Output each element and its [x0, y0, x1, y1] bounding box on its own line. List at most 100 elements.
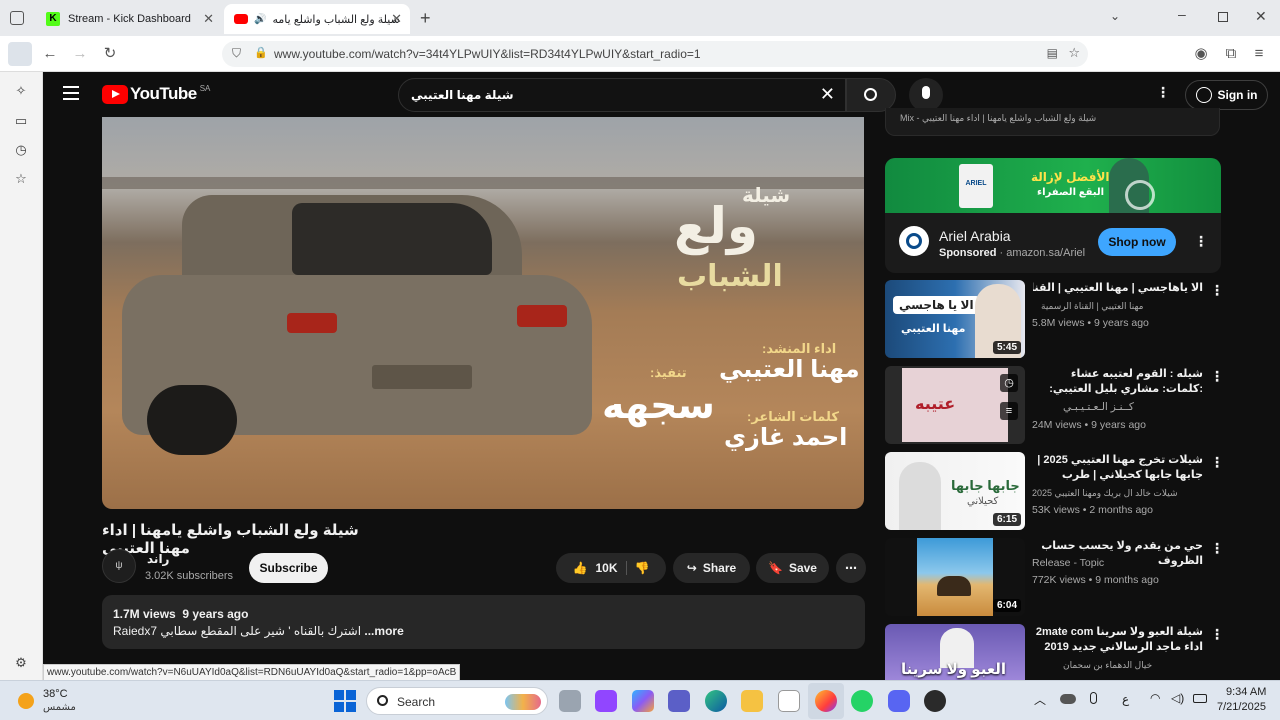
tab-kick-dashboard[interactable]: K Stream - Kick Dashboard ✕ [36, 4, 222, 34]
file-explorer-icon[interactable] [741, 690, 763, 712]
start-button[interactable] [334, 690, 356, 712]
recommendation-channel[interactable]: كــنـز الـعـتـيـبـي [1063, 400, 1134, 415]
subscribe-button[interactable]: Subscribe [249, 553, 328, 583]
video-thumbnail[interactable]: العبو ولا سرينا [885, 624, 1025, 680]
new-tab-button[interactable]: + [420, 8, 431, 29]
close-tab-icon[interactable]: ✕ [203, 11, 214, 27]
recommendation-item[interactable]: جابها جابها كحيلاني 6:15 شيلات تخرج مهنا… [885, 452, 1224, 532]
like-button[interactable]: 👍 10K [573, 561, 627, 575]
show-hidden-icons[interactable]: ︿ [1034, 691, 1046, 708]
recommendation-more-icon[interactable]: ⋮ [1210, 540, 1224, 557]
guide-menu-icon[interactable] [63, 86, 79, 100]
video-player[interactable]: شيلة ولع الشباب اداء المنشد: مهنا العتيب… [102, 117, 864, 509]
close-window-button[interactable]: ✕ [1255, 8, 1267, 25]
volume-icon[interactable]: ◁) [1171, 691, 1184, 705]
recommendation-channel[interactable]: شيلات خالد ال بريك ومهنا العتيبي 2025 [1032, 486, 1202, 501]
shield-icon[interactable]: ⛉ [232, 46, 241, 61]
reload-icon[interactable]: ↻ [101, 45, 119, 63]
weather-widget[interactable]: 38°C مشمس [16, 687, 86, 715]
recommendation-more-icon[interactable]: ⋮ [1210, 368, 1224, 385]
tab-list-icon[interactable] [10, 11, 24, 25]
history-icon[interactable]: ◷ [12, 141, 30, 159]
wifi-icon[interactable]: ◠ [1150, 691, 1160, 705]
restore-button[interactable] [1218, 12, 1228, 22]
whatsapp-icon[interactable] [851, 690, 873, 712]
store-icon[interactable] [778, 690, 800, 712]
show-more-link[interactable]: ...more [364, 624, 403, 638]
clock-time[interactable]: 9:34 AM [1226, 686, 1266, 698]
ad-shop-now-button[interactable]: Shop now [1098, 228, 1176, 256]
channel-avatar[interactable]: ψ [102, 549, 136, 583]
obs-icon[interactable] [924, 690, 946, 712]
recommendation-more-icon[interactable]: ⋮ [1210, 626, 1221, 643]
more-actions-button[interactable]: ⋯ [836, 553, 866, 583]
input-language[interactable]: ع [1122, 692, 1129, 706]
ad-more-icon[interactable]: ⋮ [1194, 233, 1208, 250]
channel-name[interactable]: راند [147, 552, 169, 566]
onedrive-icon[interactable] [1060, 694, 1076, 704]
synced-tabs-icon[interactable]: ▭ [12, 112, 30, 130]
minimize-button[interactable]: – [1178, 6, 1186, 22]
bookmarks-icon[interactable]: ☆ [12, 170, 30, 188]
recommendation-item[interactable]: العبو ولا سرينا شيلة العبو ولا سرينا 2ma… [885, 624, 1221, 680]
description-box[interactable]: 1.7M views 9 years ago Raiedx7 اشترك بال… [102, 595, 865, 649]
bookmark-star-icon[interactable]: ☆ [1068, 45, 1080, 61]
ad-card[interactable]: ARIEL الأفضل لإزالة البقع الصفراء Ariel … [885, 158, 1221, 273]
copilot-icon[interactable] [632, 690, 654, 712]
task-view-icon[interactable] [559, 690, 581, 712]
microphone-icon[interactable] [1090, 692, 1097, 704]
recommendation-item[interactable]: الا يا هاجسي مهنا العتيبي 5:45 الا ياهاج… [885, 280, 1224, 360]
recommendation-channel[interactable]: مهنا العتيبي | القناة الرسمية [1041, 299, 1143, 314]
watch-later-icon[interactable]: ◷ [1000, 374, 1018, 392]
ai-chat-icon[interactable]: ✧ [12, 82, 30, 100]
sign-in-button[interactable]: Sign in [1185, 80, 1268, 110]
twitch-icon[interactable] [595, 690, 617, 712]
youtube-logo[interactable]: YouTube SA [102, 84, 210, 104]
recommendation-channel[interactable]: خيال الدهماء بن سحمان [1063, 658, 1152, 673]
close-tab-icon[interactable]: ✕ [391, 11, 402, 27]
discord-icon[interactable] [888, 690, 910, 712]
teams-icon[interactable] [668, 690, 690, 712]
save-button[interactable]: 🔖 Save [756, 553, 829, 583]
ad-banner[interactable]: ARIEL الأفضل لإزالة البقع الصفراء [885, 158, 1221, 213]
recommendation-item[interactable]: عتيبه ◷ ≡ شيله : القوم لعتيبه عشاء :كلما… [885, 366, 1224, 446]
taskbar: 38°C مشمس Search ︿ ع ◠ ◁) 9:34 AM 7/21/2… [0, 680, 1280, 720]
back-icon[interactable]: ← [41, 45, 59, 63]
search-box[interactable]: شيلة مهنا العتيبي ✕ [398, 78, 846, 112]
reader-mode-icon[interactable]: ▤ [1047, 46, 1058, 60]
dislike-button[interactable]: 👎 [627, 561, 650, 575]
voice-search-button[interactable] [909, 78, 943, 112]
firefox-icon[interactable] [815, 690, 837, 712]
recommendation-channel[interactable]: Release - Topic [1032, 556, 1104, 571]
mix-panel-footer[interactable]: Mix - شيلة ولع الشباب واشلع يامهنا | ادا… [885, 108, 1220, 136]
recommendation-item[interactable]: 6:04 حي من يقدم ولا يحسب حساب الظروف Rel… [885, 538, 1224, 618]
share-button[interactable]: ↪ Share [673, 553, 750, 583]
lock-icon[interactable]: 🔒 [254, 46, 268, 59]
video-thumbnail[interactable]: الا يا هاجسي مهنا العتيبي 5:45 [885, 280, 1025, 358]
search-input[interactable]: شيلة مهنا العتيبي [411, 88, 514, 102]
account-icon[interactable]: ◉ [1192, 45, 1210, 63]
recommendation-more-icon[interactable]: ⋮ [1210, 454, 1224, 471]
sidebar-toggle-icon[interactable] [8, 42, 32, 66]
taskbar-search[interactable]: Search [366, 687, 548, 715]
forward-icon[interactable]: → [71, 45, 89, 63]
clear-search-icon[interactable]: ✕ [820, 84, 835, 105]
video-thumbnail[interactable]: عتيبه ◷ ≡ [885, 366, 1025, 444]
edge-icon[interactable] [705, 690, 727, 712]
clock-date[interactable]: 7/21/2025 [1217, 701, 1266, 713]
extensions-icon[interactable]: ⧉ [1222, 45, 1240, 63]
battery-icon[interactable] [1193, 694, 1207, 703]
settings-more-icon[interactable]: ⋮ [1156, 84, 1170, 101]
ad-domain[interactable]: amazon.sa/Ariel [1006, 247, 1085, 259]
search-button[interactable] [846, 78, 896, 112]
video-thumbnail[interactable]: 6:04 [885, 538, 1025, 616]
url-field[interactable]: ⛉ 🔒 www.youtube.com/watch?v=34t4YLPwUIY&… [222, 41, 1088, 67]
menu-icon[interactable]: ≡ [1250, 45, 1268, 63]
video-thumbnail[interactable]: جابها جابها كحيلاني 6:15 [885, 452, 1025, 530]
speaker-icon[interactable]: 🔊 [254, 14, 266, 25]
add-to-queue-icon[interactable]: ≡ [1000, 402, 1018, 420]
tab-youtube[interactable]: 🔊 شيلة ولع الشباب واشلع يامه ✕ [224, 4, 410, 34]
recommendation-more-icon[interactable]: ⋮ [1210, 282, 1224, 299]
chevron-down-icon[interactable]: ⌄ [1110, 9, 1120, 23]
settings-icon[interactable]: ⚙ [12, 654, 30, 672]
